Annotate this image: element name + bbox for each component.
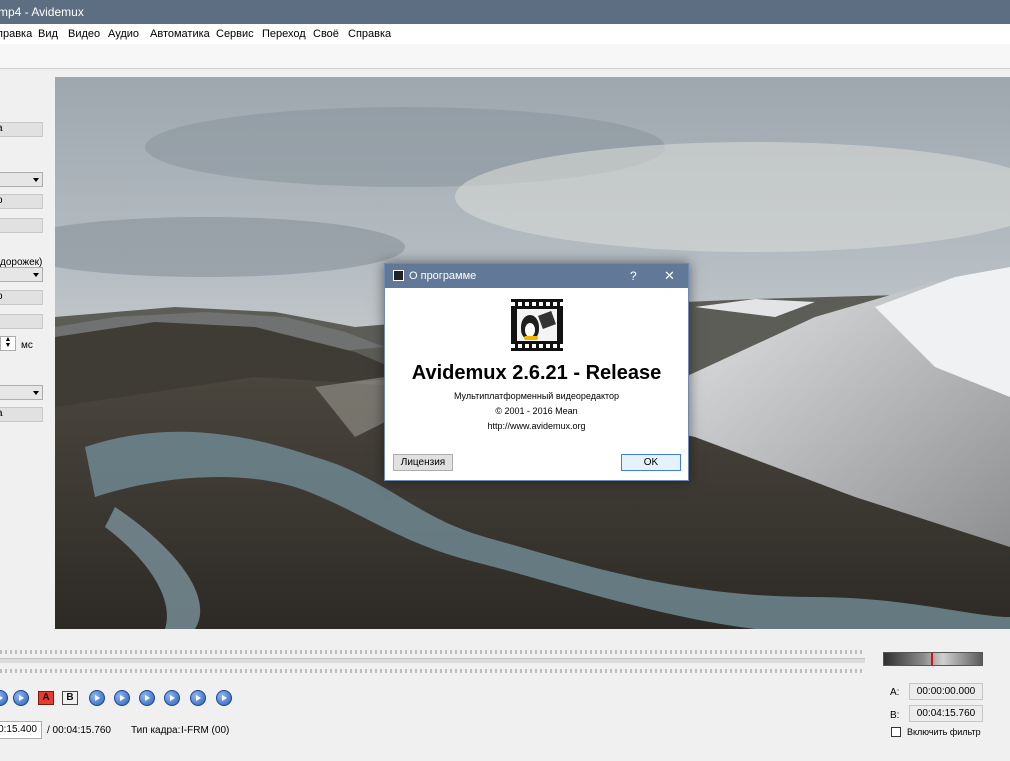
chevron-down-icon	[33, 273, 39, 277]
close-icon[interactable]: ✕	[664, 268, 675, 284]
about-dialog-titlebar: О программе ? ✕	[385, 264, 688, 288]
current-time-field[interactable]: 0:15.400	[0, 721, 42, 739]
timeline-slider[interactable]	[0, 658, 865, 663]
about-heading: Avidemux 2.6.21 - Release	[411, 362, 662, 384]
marker-b-label: B:	[890, 710, 900, 721]
help-icon[interactable]: ?	[630, 269, 637, 283]
video-filters-button[interactable]	[0, 218, 43, 233]
rewind-button[interactable]	[13, 690, 29, 706]
bottom-panel: A B 0:15.400 / 00:04:15.760 Тип кадра: I…	[0, 629, 1010, 761]
about-copyright: © 2001 - 2016 Mean	[495, 406, 578, 416]
menu-auto[interactable]: Автоматика	[150, 28, 210, 40]
play-button[interactable]	[0, 690, 8, 706]
enable-filter-checkbox[interactable]	[891, 727, 901, 737]
menu-help[interactable]: Справка	[348, 28, 391, 40]
app-small-icon	[393, 270, 404, 281]
menu-tools[interactable]: Сервис	[216, 28, 254, 40]
prev-keyframe-button[interactable]	[139, 690, 155, 706]
frame-type-value: I-FRM (00)	[181, 725, 230, 736]
next-keyframe-button[interactable]	[164, 690, 180, 706]
timeline-ticks-top	[0, 650, 865, 654]
shift-unit: мс	[21, 340, 33, 351]
enable-filter-label: Включить фильтр	[907, 727, 981, 737]
menu-view[interactable]: Вид	[38, 28, 58, 40]
about-dialog-title: О программе	[409, 270, 477, 282]
menu-go[interactable]: Переход	[262, 28, 306, 40]
prev-frame-button[interactable]	[89, 690, 105, 706]
goto-marker-a-button[interactable]	[190, 690, 206, 706]
format-combo[interactable]	[0, 385, 43, 400]
goto-marker-b-button[interactable]	[216, 690, 232, 706]
menu-audio[interactable]: Аудио	[108, 28, 139, 40]
video-codec-combo[interactable]	[0, 172, 43, 187]
window-title: mp4 - Avidemux	[0, 5, 84, 19]
marker-a-time: 00:00:00.000	[909, 683, 983, 700]
window-titlebar: mp4 - Avidemux	[0, 0, 1010, 24]
marker-a-letter: A	[42, 692, 50, 703]
about-url: http://www.avidemux.org	[487, 421, 586, 431]
ok-button[interactable]: OK	[621, 454, 681, 471]
marker-b-time: 00:04:15.760	[909, 705, 983, 722]
about-dialog: О программе ? ✕ Avidemux 2.6.21 - Releas…	[384, 263, 689, 481]
audio-config-button[interactable]: о	[0, 290, 43, 305]
audio-codec-combo[interactable]	[0, 267, 43, 282]
about-subtitle: Мультиплатформенный видеоредактор	[453, 391, 620, 401]
menu-edit[interactable]: правка	[0, 28, 32, 40]
marker-b-letter: B	[66, 692, 74, 703]
video-config-button[interactable]: о	[0, 194, 43, 209]
menu-bar: правка Вид Видео Аудио Автоматика Сервис…	[0, 24, 1010, 44]
chevron-down-icon	[33, 391, 39, 395]
toolbar	[0, 44, 1010, 69]
total-time: / 00:04:15.760	[47, 725, 111, 736]
volume-meter	[883, 652, 983, 666]
shift-spinner[interactable]: ▲ ▼	[0, 336, 16, 351]
frame-type-label: Тип кадра:	[131, 725, 181, 736]
next-frame-button[interactable]	[114, 690, 130, 706]
video-output-button[interactable]: а	[0, 122, 43, 137]
menu-custom[interactable]: Своё	[313, 28, 339, 40]
menu-video[interactable]: Видео	[68, 28, 100, 40]
timeline-ticks-bottom	[0, 669, 865, 673]
set-marker-b-button[interactable]: B	[62, 691, 78, 705]
avidemux-logo-icon	[511, 299, 563, 351]
left-panel: а о дорожек) о ▲▼ мс а	[0, 69, 54, 629]
chevron-down-icon	[33, 178, 39, 182]
meter-needle	[931, 653, 933, 665]
marker-a-label: A:	[890, 687, 900, 698]
format-config-button[interactable]: а	[0, 407, 43, 422]
license-button[interactable]: Лицензия	[393, 454, 453, 471]
set-marker-a-button[interactable]: A	[38, 691, 54, 705]
audio-filters-button[interactable]	[0, 314, 43, 329]
